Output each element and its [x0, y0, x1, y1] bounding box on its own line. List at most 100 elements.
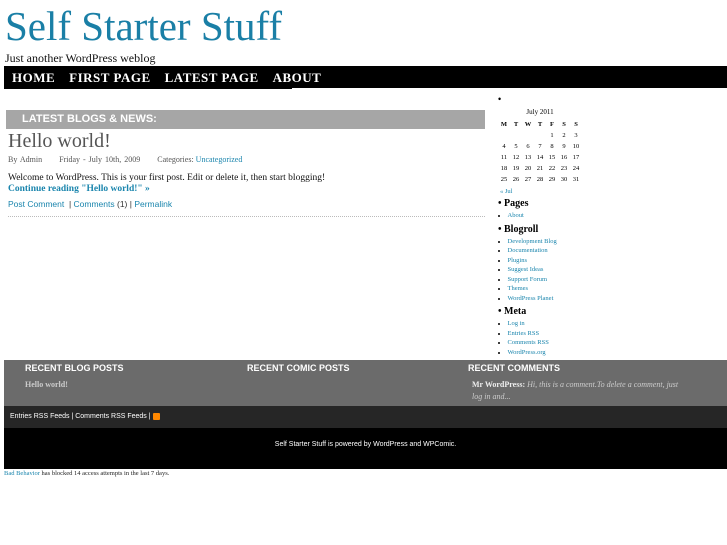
calendar-week: 1 2 3 — [498, 130, 582, 141]
sidebar-list-item: Support Forum — [498, 275, 588, 285]
calendar-day: 20 — [524, 165, 532, 172]
sidebar-link[interactable]: Documentation — [508, 247, 548, 254]
sidebar-list-item: Log in — [498, 319, 588, 329]
comments-link[interactable]: Comments — [74, 199, 115, 209]
sidebar-list-item: WordPress.org — [498, 348, 588, 358]
blogroll-title: • Blogroll — [498, 223, 539, 235]
calendar-prev-link[interactable]: « Jul — [500, 188, 588, 195]
recent-comments-title: RECENT COMMENTS — [468, 363, 560, 373]
post-author: By Admin — [8, 155, 43, 164]
nav-divider — [292, 88, 727, 89]
powered-by: Self Starter Stuff is powered by WordPre… — [4, 428, 727, 469]
site-title[interactable]: Self Starter Stuff — [5, 2, 282, 50]
meta-list: Log in Entries RSS Comments RSS WordPress.o… — [498, 319, 588, 357]
recent-blog-posts-title: RECENT BLOG POSTS — [25, 363, 124, 373]
sidebar-list-item: About — [498, 211, 588, 221]
calendar-day: 15 — [548, 154, 556, 161]
calendar-day — [498, 130, 510, 141]
sidebar-link[interactable]: Themes — [508, 285, 529, 292]
recent-comic-posts-title: RECENT COMIC POSTS — [247, 363, 350, 373]
sidebar: • July 2011 MTWTFSS 1 2 3 4 5 6 7 8 9 10 11 12 13 14 1… — [498, 94, 588, 357]
sidebar-link[interactable]: About — [508, 212, 524, 219]
sidebar-list-item: Documentation — [498, 246, 588, 256]
calendar-week: 4 5 6 7 8 9 10 — [498, 141, 582, 152]
calendar-day: 8 — [550, 143, 554, 150]
sidebar-link[interactable]: Entries RSS — [508, 330, 540, 337]
recent-comment: Mr WordPress: Hi, this is a comment.To d… — [472, 379, 687, 403]
calendar-day: 1 — [550, 132, 554, 139]
post-meta: By Admin Friday - July 10th, 2009 Catego… — [8, 155, 242, 164]
meta-title: • Meta — [498, 306, 527, 317]
calendar-day-header: T — [537, 121, 543, 128]
calendar-day: 5 — [514, 143, 518, 150]
calendar-day: 13 — [524, 154, 532, 161]
sidebar-list-item: Development Blog — [498, 237, 588, 247]
pages-title: • Pages — [498, 198, 529, 209]
sidebar-list-item: Plugins — [498, 256, 588, 266]
sidebar-link[interactable]: Support Forum — [508, 276, 548, 283]
calendar-day: 14 — [536, 154, 544, 161]
site-tagline: Just another WordPress weblog — [5, 51, 156, 65]
bullet-icon: • — [498, 94, 502, 104]
nav-home[interactable]: HOME — [12, 66, 55, 89]
feeds-links[interactable]: Entries RSS Feeds | Comments RSS Feeds | — [10, 413, 151, 420]
permalink-link[interactable]: Permalink — [134, 199, 172, 209]
calendar-day-header: S — [574, 121, 578, 128]
calendar-week: 25 26 27 28 29 30 31 — [498, 174, 582, 185]
sidebar-link[interactable]: Development Blog — [508, 238, 557, 245]
calendar-day-header: T — [513, 121, 519, 128]
calendar-day: 21 — [536, 165, 544, 172]
calendar-day — [522, 130, 534, 141]
main-nav: HOME FIRST PAGE LATEST PAGE ABOUT — [4, 66, 727, 89]
calendar-day: 23 — [560, 165, 568, 172]
recent-blog-post-link[interactable]: Hello world! — [25, 380, 68, 389]
pages-list: About — [498, 211, 588, 221]
calendar-day-header: S — [562, 121, 566, 128]
post-title[interactable]: Hello world! — [8, 130, 111, 153]
calendar-day: 31 — [572, 176, 580, 183]
post-comment-link[interactable]: Post Comment — [8, 199, 64, 209]
calendar-day: 29 — [548, 176, 556, 183]
calendar-day: 4 — [502, 143, 506, 150]
post-links: Post Comment | Comments (1) | Permalink — [8, 199, 173, 209]
sidebar-link[interactable]: Log in — [508, 320, 525, 327]
pages-title-text: Pages — [504, 198, 529, 209]
feeds-bar: Entries RSS Feeds | Comments RSS Feeds | — [4, 406, 727, 428]
post-date: Friday - July 10th, 2009 — [59, 155, 141, 164]
sidebar-link[interactable]: Comments RSS — [508, 339, 549, 346]
calendar-day: 9 — [562, 143, 566, 150]
sidebar-list-item: WordPress Planet — [498, 294, 588, 304]
calendar-day: 3 — [574, 132, 578, 139]
sidebar-list-item: Suggest Ideas — [498, 265, 588, 275]
calendar-day: 16 — [560, 154, 568, 161]
calendar-caption: July 2011 — [526, 108, 554, 116]
calendar-day: 24 — [572, 165, 580, 172]
sidebar-link[interactable]: Suggest Ideas — [508, 266, 544, 273]
sidebar-link[interactable]: WordPress Planet — [508, 295, 554, 302]
calendar-week: 11 12 13 14 15 16 17 — [498, 152, 582, 163]
bad-behavior-link[interactable]: Bad Behavior — [4, 470, 40, 477]
sidebar-link[interactable]: WordPress.org — [508, 349, 546, 356]
sidebar-link[interactable]: Plugins — [508, 257, 528, 264]
rss-icon[interactable] — [152, 412, 160, 420]
nav-about[interactable]: ABOUT — [273, 66, 322, 89]
calendar-day: 6 — [526, 143, 530, 150]
footer-widgets: RECENT BLOG POSTS Hello world! RECENT CO… — [4, 360, 727, 406]
comment-author: Mr WordPress: — [472, 380, 526, 389]
post-category-link[interactable]: Uncategorized — [196, 155, 243, 164]
calendar-day: 22 — [548, 165, 556, 172]
comment-count: (1) — [116, 199, 128, 209]
calendar-day: 18 — [500, 165, 508, 172]
nav-first-page[interactable]: FIRST PAGE — [69, 66, 150, 89]
calendar: July 2011 MTWTFSS 1 2 3 4 5 6 7 8 9 10 11 12 13 14 15 1… — [498, 108, 582, 185]
calendar-day: 27 — [524, 176, 532, 183]
nav-latest-page[interactable]: LATEST PAGE — [165, 66, 259, 89]
calendar-day: 17 — [572, 154, 580, 161]
post-categories-label: Categories: — [157, 155, 194, 164]
calendar-day: 11 — [500, 154, 508, 161]
calendar-week: 18 19 20 21 22 23 24 — [498, 163, 582, 174]
calendar-day-header: M — [500, 121, 508, 128]
continue-reading-link[interactable]: Continue reading "Hello world!" » — [8, 184, 150, 194]
calendar-day: 2 — [562, 132, 566, 139]
calendar-day-header: F — [550, 121, 554, 128]
